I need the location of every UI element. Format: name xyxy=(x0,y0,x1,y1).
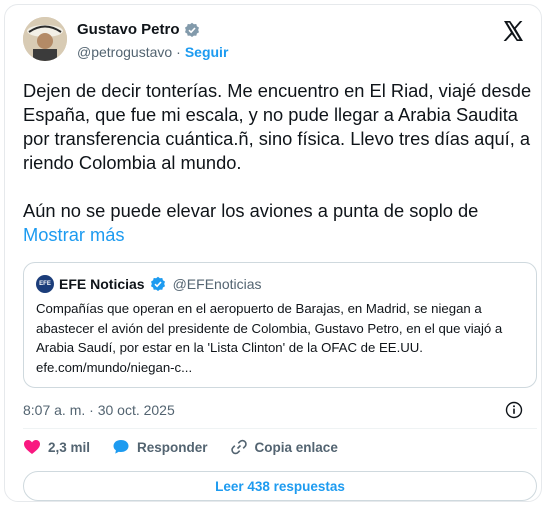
like-count: 2,3 mil xyxy=(48,439,91,455)
read-replies-button[interactable]: Leer 438 respuestas xyxy=(23,471,537,501)
quoted-author-handle: @EFEnoticias xyxy=(172,276,262,292)
follow-button[interactable]: Seguir xyxy=(185,44,229,60)
quoted-tweet[interactable]: EFE EFE Noticias @EFEnoticias Compañías … xyxy=(23,262,537,388)
separator-dot: · xyxy=(176,44,181,60)
copy-link-button[interactable]: Copia enlace xyxy=(230,438,338,456)
action-bar: 2,3 mil Responder Copia enlace xyxy=(23,438,360,456)
quoted-verified-badge-icon xyxy=(150,276,166,292)
quoted-tweet-body: Compañías que operan en el aeropuerto de… xyxy=(36,301,503,375)
tweet-text: Dejen de decir tonterías. Me encuentro e… xyxy=(23,79,533,247)
quoted-tweet-text: Compañías que operan en el aeropuerto de… xyxy=(36,299,528,377)
copy-link-label: Copia enlace xyxy=(254,439,338,455)
show-more-link[interactable]: Mostrar más xyxy=(23,224,125,245)
author-name[interactable]: Gustavo Petro xyxy=(77,21,180,38)
reply-label: Responder xyxy=(137,439,208,455)
quoted-author-name: EFE Noticias xyxy=(59,276,145,292)
heart-icon xyxy=(24,440,40,454)
timestamp[interactable]: 8:07 a. m. · 30 oct. 2025 xyxy=(23,402,175,418)
reply-button[interactable]: Responder xyxy=(112,438,208,456)
tweet-paragraph-2-text: Aún no se puede elevar los aviones a pun… xyxy=(23,200,479,221)
like-button[interactable]: 2,3 mil xyxy=(23,438,90,456)
divider xyxy=(23,428,537,429)
tweet-paragraph-2: Aún no se puede elevar los aviones a pun… xyxy=(23,199,533,247)
author-handle[interactable]: @petrogustavo xyxy=(77,44,172,60)
x-logo-icon[interactable] xyxy=(501,19,525,43)
tweet-card: Gustavo Petro @petrogustavo · Seguir Dej… xyxy=(4,4,542,502)
info-icon[interactable] xyxy=(505,401,523,419)
verified-badge-icon xyxy=(184,22,200,38)
avatar[interactable] xyxy=(23,17,67,61)
author-name-row: Gustavo Petro xyxy=(77,21,200,38)
link-icon xyxy=(230,439,247,455)
efe-logo-icon: EFE xyxy=(36,275,54,293)
reply-bubble-icon xyxy=(113,440,129,454)
author-handle-row: @petrogustavo · Seguir xyxy=(77,44,228,60)
quoted-tweet-header: EFE EFE Noticias @EFEnoticias xyxy=(36,275,262,293)
tweet-paragraph-1: Dejen de decir tonterías. Me encuentro e… xyxy=(23,80,532,173)
